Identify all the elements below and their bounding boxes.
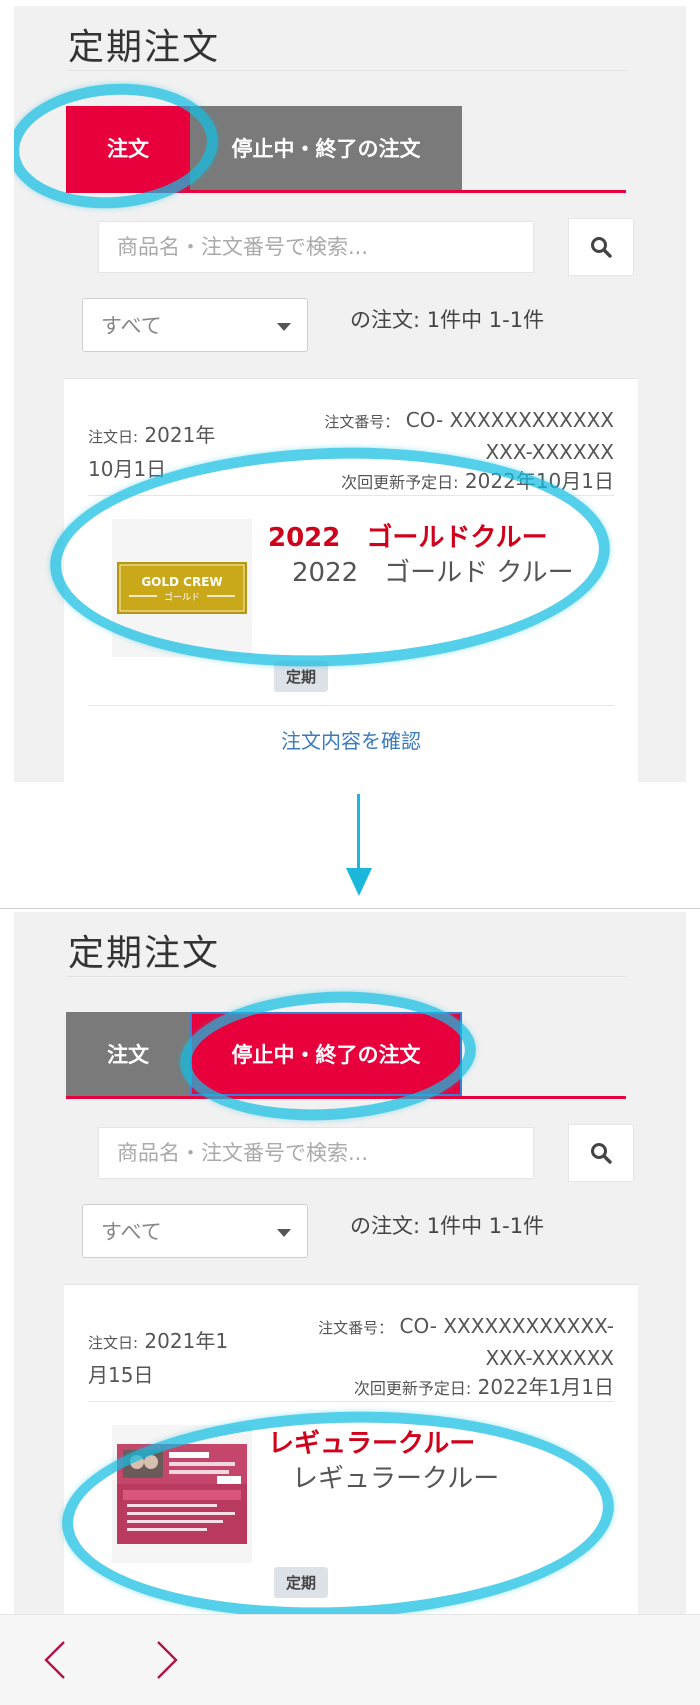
product-title[interactable]: 2022 ゴールドクルー — [268, 517, 548, 554]
order-date: 注文日: 2021年 10月1日 — [88, 419, 248, 485]
gold-crew-badge-image: GOLD CREW ゴールド — [117, 562, 247, 614]
order-date-label: 注文日: — [88, 428, 139, 446]
filter-selected-value: すべて — [101, 1220, 162, 1244]
section-divider — [0, 908, 700, 909]
order-number: 注文番号： CO- XXXXXXXXXXXX- XXX-XXXXXX — [284, 1311, 614, 1373]
order-number-line2: XXX-XXXXXX — [485, 1346, 614, 1370]
back-button[interactable] — [32, 1637, 78, 1683]
product-thumbnail — [112, 1425, 252, 1563]
thumb-text-gold-crew: GOLD CREW — [141, 575, 222, 589]
screen-after: 定期注文 注文 停止中・終了の注文 すべて の注文: 1件中 1-1件 注文日:… — [14, 912, 686, 1705]
card-divider — [88, 495, 614, 496]
tab-stopped-ended-orders[interactable]: 停止中・終了の注文 — [190, 1012, 462, 1096]
product-subtitle: 2022 ゴールド クルー — [292, 558, 574, 588]
thumb-text-gold: ゴールド — [164, 591, 200, 603]
next-renewal-date: 次回更新予定日: 2022年1月1日 — [354, 1371, 614, 1400]
title-divider — [68, 70, 626, 71]
next-renewal-value: 2022年1月1日 — [477, 1375, 614, 1399]
status-filter-select[interactable]: すべて — [82, 1204, 308, 1258]
chevron-down-icon — [277, 1229, 291, 1237]
tab-orders[interactable]: 注文 — [66, 106, 190, 190]
next-renewal-label: 次回更新予定日: — [341, 473, 459, 492]
order-date-label: 注文日: — [88, 1334, 139, 1352]
chevron-right-icon — [157, 1641, 178, 1679]
order-date-line1: 2021年1 — [144, 1329, 229, 1353]
view-order-details-link[interactable]: 注文内容を確認 — [64, 725, 638, 754]
tab-underline — [66, 1096, 626, 1099]
order-number-label: 注文番号： — [324, 413, 400, 431]
card-divider — [88, 705, 614, 706]
next-renewal-value: 2022年10月1日 — [464, 469, 614, 493]
next-renewal-label: 次回更新予定日: — [353, 1379, 472, 1398]
next-renewal-date: 次回更新予定日: 2022年10月1日 — [341, 465, 614, 494]
order-date-line2: 10月1日 — [88, 457, 167, 481]
search-icon — [591, 237, 612, 258]
tab-underline — [66, 190, 626, 193]
order-number-line1: CO- XXXXXXXXXXXX — [405, 408, 614, 432]
subscription-badge: 定期 — [274, 1567, 329, 1598]
order-date-line1: 2021年 — [144, 423, 216, 447]
order-number: 注文番号： CO- XXXXXXXXXXXX XXX-XXXXXX — [284, 405, 614, 467]
down-arrow — [357, 794, 360, 870]
filter-selected-value: すべて — [101, 314, 162, 338]
order-date: 注文日: 2021年1 月15日 — [88, 1325, 248, 1391]
order-card: 注文日: 2021年 10月1日 注文番号： CO- XXXXXXXXXXXX … — [64, 378, 638, 782]
search-icon — [591, 1143, 612, 1164]
order-number-line1: CO- XXXXXXXXXXXX- — [399, 1314, 614, 1338]
order-number-line2: XXX-XXXXXX — [485, 440, 614, 464]
search-input[interactable] — [98, 221, 534, 273]
result-count: の注文: 1件中 1-1件 — [350, 308, 545, 332]
subscription-badge: 定期 — [274, 661, 329, 692]
product-title[interactable]: レギュラークルー — [268, 1423, 475, 1460]
chevron-down-icon — [277, 323, 291, 331]
regular-crew-banner-image — [117, 1444, 247, 1544]
search-button[interactable] — [568, 1124, 634, 1182]
product-subtitle: レギュラークルー — [292, 1464, 500, 1494]
browser-nav-bar — [0, 1614, 700, 1705]
chevron-left-icon — [44, 1641, 65, 1679]
title-divider — [68, 976, 626, 977]
page-title: 定期注文 — [68, 27, 221, 68]
tab-stopped-ended-orders[interactable]: 停止中・終了の注文 — [190, 106, 462, 190]
search-button[interactable] — [568, 218, 634, 276]
result-count: の注文: 1件中 1-1件 — [350, 1214, 545, 1238]
tab-orders[interactable]: 注文 — [66, 1012, 190, 1096]
search-input[interactable] — [98, 1127, 534, 1179]
card-divider — [88, 1401, 614, 1402]
screen-before: 定期注文 注文 停止中・終了の注文 すべて の注文: 1件中 1-1件 注文日:… — [14, 6, 686, 782]
order-number-label: 注文番号： — [318, 1319, 394, 1337]
product-thumbnail: GOLD CREW ゴールド — [112, 519, 252, 657]
down-arrow-head — [346, 868, 372, 896]
order-date-line2: 月15日 — [88, 1363, 154, 1387]
status-filter-select[interactable]: すべて — [82, 298, 308, 352]
forward-button[interactable] — [144, 1637, 190, 1683]
page-title: 定期注文 — [68, 933, 221, 974]
